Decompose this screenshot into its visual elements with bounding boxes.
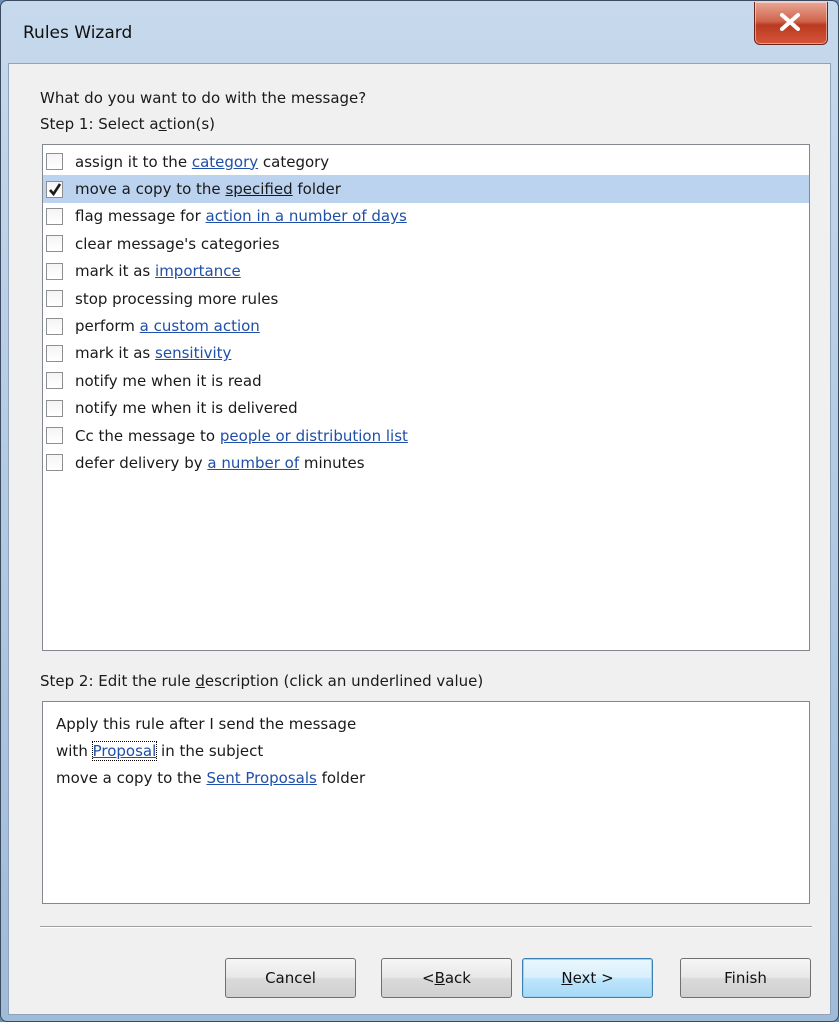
action-value-link[interactable]: a custom action	[140, 317, 260, 335]
action-label: assign it to the category category	[75, 152, 330, 171]
back-button[interactable]: < Back	[381, 958, 512, 998]
description-line: Apply this rule after I send the message	[56, 715, 357, 733]
action-checkbox[interactable]	[46, 207, 63, 225]
action-item[interactable]: defer delivery by a number of minutes	[43, 449, 809, 476]
action-label: notify me when it is read	[75, 371, 262, 390]
action-label: mark it as sensitivity	[75, 344, 232, 363]
action-label: clear message's categories	[75, 234, 280, 253]
action-item[interactable]: mark it as sensitivity	[43, 340, 809, 367]
description-line: with Proposal in the subject	[56, 741, 264, 761]
action-label: mark it as importance	[75, 262, 241, 281]
close-button[interactable]	[754, 2, 828, 45]
action-checkbox[interactable]	[46, 262, 63, 280]
action-value-link[interactable]: importance	[155, 262, 241, 280]
step2-label: Step 2: Edit the rule description (click…	[40, 672, 484, 690]
action-checkbox[interactable]	[46, 153, 63, 171]
checkmark-icon	[49, 182, 62, 196]
window-title: Rules Wizard	[23, 23, 133, 43]
action-label: perform a custom action	[75, 317, 260, 336]
action-label: flag message for action in a number of d…	[75, 207, 407, 226]
action-item[interactable]: move a copy to the specified folder	[43, 175, 809, 203]
action-item[interactable]: mark it as importance	[43, 258, 809, 285]
finish-button[interactable]: Finish	[680, 958, 811, 998]
rule-description-box: Apply this rule after I send the message…	[42, 701, 810, 904]
action-checkbox[interactable]	[46, 372, 63, 390]
action-item[interactable]: notify me when it is read	[43, 367, 809, 394]
action-checkbox[interactable]	[46, 344, 63, 362]
actions-list: assign it to the category category move a…	[43, 145, 809, 477]
action-item[interactable]: flag message for action in a number of d…	[43, 203, 809, 230]
action-item[interactable]: stop processing more rules	[43, 285, 809, 312]
action-label: defer delivery by a number of minutes	[75, 453, 365, 472]
action-item[interactable]: Cc the message to people or distribution…	[43, 422, 809, 449]
cancel-button[interactable]: Cancel	[225, 958, 356, 998]
action-item[interactable]: notify me when it is delivered	[43, 395, 809, 422]
action-checkbox[interactable]	[46, 180, 63, 198]
next-button[interactable]: Next >	[522, 958, 653, 998]
action-label: notify me when it is delivered	[75, 399, 298, 418]
rules-wizard-window: Rules Wizard What do you want to do with…	[0, 0, 839, 1022]
action-item[interactable]: clear message's categories	[43, 230, 809, 257]
dialog-body: What do you want to do with the message?…	[8, 63, 831, 1015]
action-checkbox[interactable]	[46, 235, 63, 253]
action-value-link[interactable]: a number of	[207, 454, 299, 472]
actions-listbox[interactable]: assign it to the category category move a…	[42, 144, 810, 651]
divider	[40, 926, 812, 928]
prompt-text: What do you want to do with the message?	[40, 89, 367, 107]
action-item[interactable]: perform a custom action	[43, 312, 809, 339]
description-line: move a copy to the Sent Proposals folder	[56, 769, 366, 787]
action-label: stop processing more rules	[75, 289, 279, 308]
proposal-link[interactable]: Proposal	[91, 741, 158, 761]
sent-proposals-link[interactable]: Sent Proposals	[206, 769, 316, 787]
action-checkbox[interactable]	[46, 427, 63, 445]
action-label: Cc the message to people or distribution…	[75, 426, 408, 445]
action-label: move a copy to the specified folder	[75, 180, 341, 199]
action-value-link[interactable]: sensitivity	[155, 344, 231, 362]
action-checkbox[interactable]	[46, 317, 63, 335]
action-value-link[interactable]: action in a number of days	[206, 207, 407, 225]
action-checkbox[interactable]	[46, 399, 63, 417]
action-item[interactable]: assign it to the category category	[43, 148, 809, 175]
action-checkbox[interactable]	[46, 454, 63, 472]
action-value-link[interactable]: category	[192, 153, 258, 171]
action-value-link[interactable]: people or distribution list	[220, 427, 408, 445]
action-value-link[interactable]: specified	[225, 180, 292, 198]
title-bar[interactable]: Rules Wizard	[1, 1, 838, 63]
close-icon	[780, 13, 800, 31]
step1-label: Step 1: Select action(s)	[40, 115, 216, 133]
action-checkbox[interactable]	[46, 290, 63, 308]
